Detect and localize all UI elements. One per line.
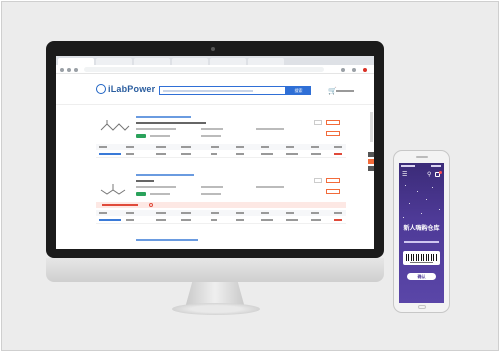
signal-icon <box>401 165 415 167</box>
product-brand <box>150 135 170 137</box>
forward-icon[interactable] <box>67 68 71 72</box>
product-unit <box>201 193 221 195</box>
address-bar-row <box>56 65 374 74</box>
battery-icon <box>431 165 441 167</box>
browser-tab[interactable] <box>58 58 94 65</box>
back-icon[interactable] <box>60 68 64 72</box>
table-row[interactable] <box>96 151 346 158</box>
browser-tab[interactable] <box>248 58 284 65</box>
structure-image[interactable] <box>99 180 131 198</box>
browser-window: iLabPower 搜索 🛒 <box>56 56 374 249</box>
floating-service-button[interactable] <box>368 152 374 157</box>
product-cas <box>136 122 206 124</box>
reload-icon[interactable] <box>74 68 78 72</box>
mobile-screen: ☰ ⚲ 新人嗨购仓库 确认 <box>399 163 444 303</box>
promo-title: 新人嗨购仓库 <box>403 226 440 232</box>
table-row[interactable] <box>96 217 346 224</box>
monitor: iLabPower 搜索 🛒 <box>46 41 384 258</box>
product-spec <box>136 128 176 130</box>
more-button[interactable] <box>326 131 340 136</box>
product-price <box>256 128 284 130</box>
floating-cart-button[interactable] <box>368 159 374 164</box>
search-input[interactable] <box>159 86 286 95</box>
spec-table-header <box>96 210 346 216</box>
confirm-button[interactable]: 确认 <box>407 273 436 280</box>
search-button[interactable]: 搜索 <box>286 86 311 95</box>
add-to-cart-button[interactable] <box>326 178 340 183</box>
browser-tab[interactable] <box>134 58 170 65</box>
cart-label[interactable] <box>336 90 354 92</box>
browser-tab[interactable] <box>210 58 246 65</box>
header-divider <box>56 104 374 105</box>
product-name[interactable] <box>136 239 198 241</box>
site-logo[interactable]: iLabPower <box>96 84 155 94</box>
bookmark-icon[interactable] <box>341 68 345 72</box>
back-to-top-button[interactable] <box>368 166 374 171</box>
status-bar <box>399 163 444 169</box>
product-name[interactable] <box>136 174 194 176</box>
more-button[interactable] <box>326 189 340 194</box>
product-purity <box>201 128 223 130</box>
webcam <box>211 47 215 51</box>
quantity-stepper[interactable] <box>314 120 322 125</box>
logo-text: iLabPower <box>108 84 156 94</box>
product-name[interactable] <box>136 116 191 118</box>
structure-image[interactable] <box>99 118 131 136</box>
menu-icon[interactable]: ☰ <box>402 172 407 178</box>
product-purity <box>201 186 223 188</box>
browser-tab[interactable] <box>172 58 208 65</box>
monitor-base <box>172 303 260 315</box>
extension-icon[interactable] <box>352 68 356 72</box>
warning-text <box>102 204 138 206</box>
barcode <box>406 254 437 261</box>
url-field[interactable] <box>84 67 324 72</box>
scrollbar[interactable] <box>370 112 373 142</box>
product-spec <box>136 186 176 188</box>
product-price <box>256 186 284 188</box>
warning-icon <box>149 203 153 207</box>
mobile-header: ☰ ⚲ <box>399 171 444 179</box>
product-cas <box>136 180 154 182</box>
stock-badge <box>136 134 146 138</box>
stock-badge <box>136 192 146 196</box>
tab-bar <box>56 56 374 65</box>
profile-icon[interactable] <box>363 68 367 72</box>
barcode-card <box>403 251 440 265</box>
hazard-warning <box>96 202 346 208</box>
phone-speaker <box>416 156 428 158</box>
browser-tab[interactable] <box>96 58 132 65</box>
search-placeholder <box>163 90 253 92</box>
quantity-stepper[interactable] <box>314 178 322 183</box>
search-icon[interactable]: ⚲ <box>427 172 431 178</box>
spec-table-header <box>96 144 346 150</box>
logo-icon <box>96 84 106 94</box>
product-brand <box>150 193 170 195</box>
barcode-number <box>410 262 433 263</box>
add-to-cart-button[interactable] <box>326 120 340 125</box>
phone: ☰ ⚲ 新人嗨购仓库 确认 <box>393 150 450 313</box>
promo-subtitle <box>404 241 439 243</box>
product-unit <box>201 135 221 137</box>
home-button[interactable] <box>418 305 426 309</box>
monitor-chin <box>46 258 384 282</box>
notification-badge <box>439 171 442 174</box>
